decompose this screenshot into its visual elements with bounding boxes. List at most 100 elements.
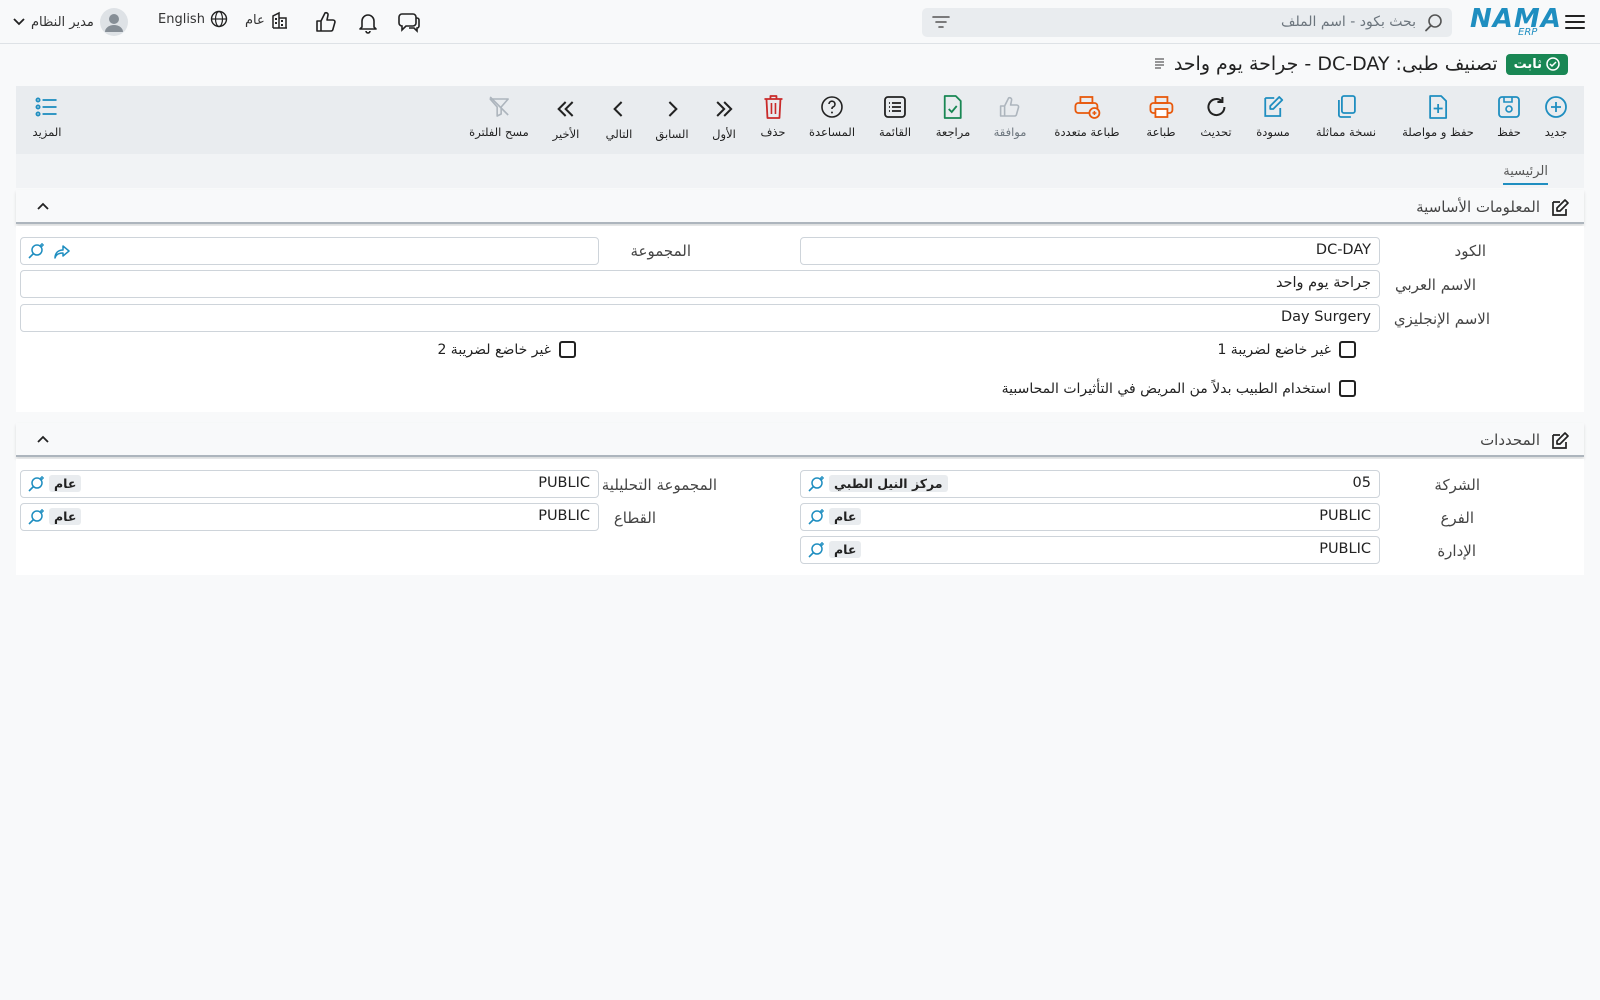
chevron-up-icon[interactable] [36,200,50,212]
status-badge: ثابت [1505,53,1568,75]
code-label: الكود [1454,242,1486,260]
company-code: 05 [1352,475,1371,491]
delete-button[interactable]: حذف [760,94,786,139]
dimensions-header[interactable]: المحددات [16,423,1584,457]
review-button[interactable]: مراجعة [936,94,970,139]
department-field[interactable]: PUBLIC عام [800,536,1380,564]
basic-info-header[interactable]: المعلومات الأساسية [16,190,1584,224]
building-icon [272,11,287,29]
refresh-button[interactable]: تحديث [1200,94,1232,139]
company-name-chip: مركز النيل الطبي [829,475,948,492]
approve-button[interactable]: موافقة [994,94,1026,139]
filter-slash-icon [489,96,509,117]
bell-icon[interactable] [356,10,380,34]
doctor-accounting-checkbox[interactable]: استخدام الطبيب بدلاً من المريض في التأثي… [1002,380,1356,397]
tab-bar: الرئيسية [16,154,1584,188]
multi-print-button[interactable]: طباعة متعددة [1054,94,1120,139]
page-title-row: تصنيف طبى: DC-DAY - جراحة يوم واحد ثابت [1152,50,1568,78]
logo-main-text: NAMA [1470,4,1562,34]
search-add-icon[interactable] [807,476,825,494]
scope-selector[interactable]: عام [245,10,290,30]
tax1-label: غير خاضع لضريبة 1 [1217,341,1331,358]
arabic-name-value: جراحة يوم واحد [1275,275,1371,291]
print-label: طباعة [1146,125,1176,139]
analysis-group-field[interactable]: PUBLIC عام [20,470,599,498]
save-icon [1498,96,1520,118]
tax1-checkbox[interactable]: غير خاضع لضريبة 1 [1217,341,1356,358]
group-label: المجموعة [630,242,691,260]
chevron-right-icon [668,101,678,117]
list-icon [884,96,906,118]
sector-field[interactable]: PUBLIC عام [20,503,599,531]
draft-label: مسودة [1256,125,1290,139]
search-add-icon[interactable] [27,476,45,494]
share-arrow-icon[interactable] [53,243,71,261]
clear-filter-button[interactable]: مسح الفلترة [469,94,529,139]
search-add-icon[interactable] [807,509,825,527]
sector-name-chip: عام [49,508,82,525]
save-button[interactable]: حفظ [1497,94,1521,139]
tab-main[interactable]: الرئيسية [1503,164,1548,185]
department-name-chip: عام [829,541,862,558]
document-list-icon [1154,58,1164,69]
analysis-group-chip: عام [49,475,82,492]
company-label: الشركة [1434,476,1480,494]
code-field[interactable]: DC-DAY [800,237,1380,265]
help-label: المساعدة [808,125,856,139]
chevron-left-icon [613,101,623,117]
page-title: تصنيف طبى: DC-DAY - جراحة يوم واحد [1173,53,1498,75]
company-field[interactable]: 05 مركز النيل الطبي [800,470,1380,498]
avatar [99,8,128,36]
tax2-box[interactable] [559,341,576,358]
previous-button[interactable]: السابق [655,96,689,141]
branch-field[interactable]: PUBLIC عام [800,503,1380,531]
arabic-name-field[interactable]: جراحة يوم واحد [20,270,1380,298]
user-menu[interactable]: مدير النظام [12,7,129,37]
tax1-box[interactable] [1339,341,1356,358]
help-button[interactable]: المساعدة [809,94,855,139]
branch-code: PUBLIC [1319,508,1371,524]
chevron-up-icon[interactable] [36,433,50,445]
tax2-checkbox[interactable]: غير خاضع لضريبة 2 [437,341,576,358]
search-input[interactable]: بحث بكود - اسم الملف [922,8,1452,37]
print-button[interactable]: طباعة [1146,94,1176,139]
logo-sub-text: ERP [1518,27,1538,38]
nama-erp-logo[interactable]: NAMA ERP [1470,4,1561,38]
next-button[interactable]: التالي [606,96,632,141]
code-value: DC-DAY [1315,242,1371,258]
more-button[interactable]: المزيد [33,94,61,139]
list-button[interactable]: القائمة [879,94,911,139]
search-add-icon[interactable] [27,243,45,261]
dimensions-title: المحددات [1480,431,1540,449]
department-code: PUBLIC [1319,541,1371,557]
hamburger-menu-icon[interactable] [1564,12,1586,32]
arabic-name-label: الاسم العربي [1395,276,1476,294]
filter-icon[interactable] [932,15,950,29]
search-add-icon[interactable] [27,509,45,527]
first-button[interactable]: الأول [712,96,736,141]
file-plus-icon [1429,95,1447,119]
save-continue-label: حفظ و مواصلة [1402,125,1474,139]
edit-square-icon [1550,431,1570,451]
group-field[interactable] [20,237,599,265]
list-menu-icon [35,97,57,117]
language-selector[interactable]: English [158,10,228,28]
draft-button[interactable]: مسودة [1256,94,1290,139]
save-continue-button[interactable]: حفظ و مواصلة [1402,94,1474,139]
delete-label: حذف [760,125,786,139]
clear-filter-label: مسح الفلترة [469,125,529,139]
last-button[interactable]: الأخير [553,96,579,141]
search-add-icon[interactable] [807,542,825,560]
search-icon[interactable] [1424,13,1444,33]
chat-icon[interactable] [397,10,421,34]
new-button[interactable]: جديد [1544,94,1568,139]
duplicate-button[interactable]: نسخة مماثلة [1316,94,1376,139]
english-name-field[interactable]: Day Surgery [20,304,1380,332]
doctor-accounting-box[interactable] [1339,380,1356,397]
english-name-value: Day Surgery [1280,309,1371,325]
save-label: حفظ [1497,125,1521,139]
thumbs-up-icon[interactable] [314,10,338,34]
chevrons-right-icon [716,101,733,117]
refresh-icon [1207,97,1226,116]
branch-label: الفرع [1440,509,1474,527]
